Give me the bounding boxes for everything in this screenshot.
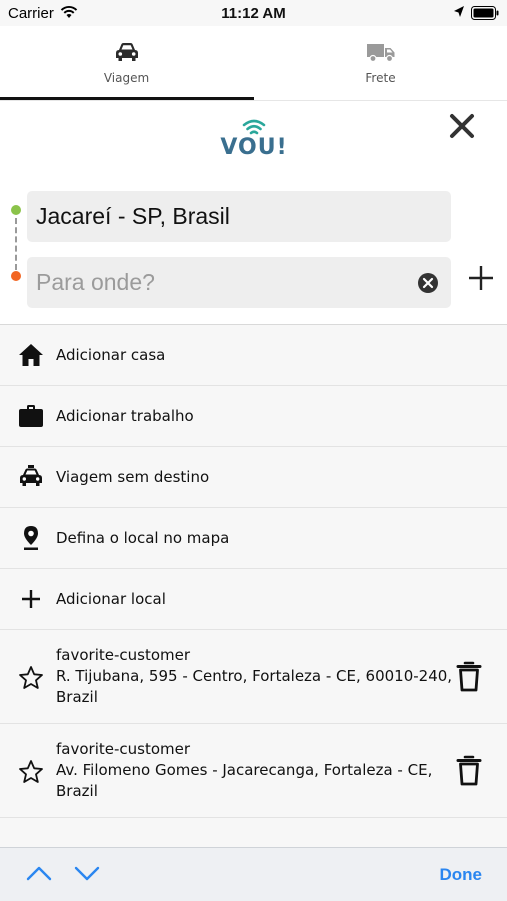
origin-marker — [11, 205, 21, 215]
list-item-label: Viagem sem destino — [56, 468, 210, 486]
clear-destination-button[interactable] — [417, 272, 439, 294]
tab-viagem[interactable]: Viagem — [0, 26, 253, 100]
plus-icon — [18, 586, 44, 612]
list-item-add-home[interactable]: Adicionar casa — [0, 325, 507, 386]
favorite-row[interactable]: favorite-customer Av. Filomeno Gomes - J… — [0, 724, 507, 818]
add-stop-button[interactable] — [467, 264, 495, 292]
list-item-label: Defina o local no mapa — [56, 529, 230, 547]
next-field-button[interactable] — [74, 864, 100, 887]
places-list: Adicionar casa Adicionar trabalho Viagem… — [0, 324, 507, 848]
trash-icon — [456, 661, 482, 692]
favorite-row[interactable]: favorite-customer R. Tijubana, 595 - Cen… — [0, 630, 507, 724]
favorite-address-line1: R. Tijubana, 595 - Centro, Fortaleza - C… — [56, 667, 453, 685]
tab-frete[interactable]: Frete — [254, 26, 507, 100]
destination-field[interactable] — [27, 257, 451, 308]
favorite-name: favorite-customer — [56, 740, 191, 758]
tab-viagem-label: Viagem — [103, 71, 150, 85]
list-item-set-on-map[interactable]: Defina o local no mapa — [0, 508, 507, 569]
clock-label: 11:12 AM — [221, 5, 286, 22]
location-arrow-icon — [453, 5, 465, 24]
origin-field[interactable]: Jacareí - SP, Brasil — [27, 191, 451, 242]
taxi-icon — [18, 464, 44, 490]
list-item-label: Adicionar trabalho — [56, 407, 194, 425]
tab-frete-label: Frete — [365, 71, 396, 85]
trash-icon — [456, 755, 482, 786]
origin-value: Jacareí - SP, Brasil — [36, 203, 230, 229]
star-icon[interactable] — [18, 665, 44, 691]
close-icon — [450, 114, 474, 138]
car-icon — [0, 41, 253, 68]
list-item-trip-no-destination[interactable]: Viagem sem destino — [0, 447, 507, 508]
logo-text: VOU! — [220, 135, 288, 160]
favorite-address-line2: Brazil — [56, 782, 98, 800]
close-button[interactable] — [446, 110, 478, 142]
home-icon — [18, 342, 44, 368]
delete-favorite-button[interactable] — [455, 754, 483, 786]
destination-input[interactable] — [27, 257, 416, 308]
chevron-down-icon — [74, 866, 100, 881]
tab-selected-indicator — [0, 97, 254, 100]
plus-icon — [469, 266, 493, 290]
route-connector-line — [15, 218, 17, 270]
destination-marker — [11, 271, 21, 281]
app-logo: VOU! — [214, 116, 294, 166]
battery-icon — [471, 6, 499, 25]
done-button[interactable]: Done — [440, 865, 483, 885]
truck-icon — [254, 41, 507, 68]
star-icon[interactable] — [18, 759, 44, 785]
list-item-add-work[interactable]: Adicionar trabalho — [0, 386, 507, 447]
favorite-address-line2: Brazil — [56, 688, 98, 706]
keyboard-toolbar: Done — [0, 847, 507, 901]
favorite-name: favorite-customer — [56, 646, 191, 664]
briefcase-icon — [18, 403, 44, 429]
delete-favorite-button[interactable] — [455, 660, 483, 692]
list-item-label: Adicionar casa — [56, 346, 166, 364]
clear-icon — [418, 273, 438, 293]
previous-field-button[interactable] — [26, 864, 52, 887]
status-bar: Carrier 11:12 AM — [0, 0, 507, 26]
list-item-add-place[interactable]: Adicionar local — [0, 569, 507, 630]
list-item-label: Adicionar local — [56, 590, 166, 608]
mode-tabs: Viagem Frete — [0, 26, 507, 101]
map-pin-icon — [18, 525, 44, 551]
chevron-up-icon — [26, 866, 52, 881]
favorite-address-line1: Av. Filomeno Gomes - Jacarecanga, Fortal… — [56, 761, 433, 779]
